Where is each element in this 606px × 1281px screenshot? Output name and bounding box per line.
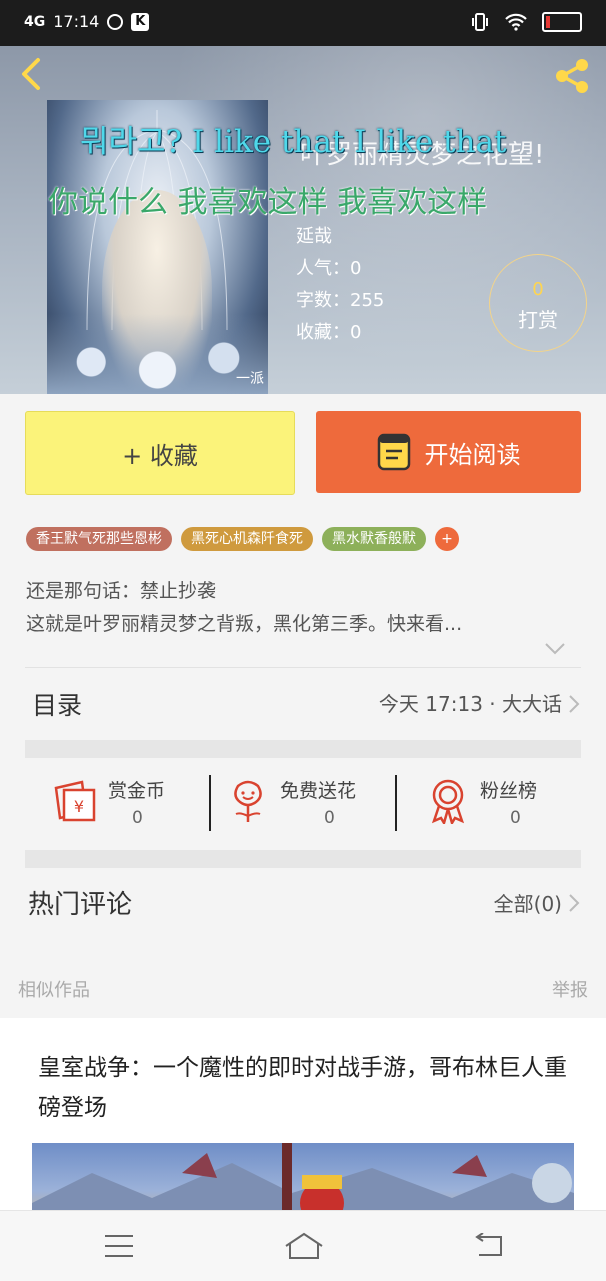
- start-reading-button[interactable]: 开始阅读: [316, 411, 581, 493]
- more-tags-button[interactable]: +: [435, 527, 459, 551]
- network-indicator: 4G: [24, 13, 46, 30]
- reward-coins-label: 赏金币: [108, 780, 166, 802]
- book-description[interactable]: 还是那句话：禁止抄袭 这就是叶罗丽精灵梦之背叛，黑化第三季。快来看...: [26, 575, 566, 641]
- battery-icon: [542, 12, 582, 32]
- sticker-text-korean: 뭐라고? I like that I like that: [80, 124, 507, 160]
- section-separator: [25, 850, 581, 868]
- tag-item[interactable]: 黑水默香般默: [322, 527, 426, 551]
- ad-image[interactable]: [32, 1143, 574, 1210]
- back-arrow-icon[interactable]: [14, 56, 50, 92]
- similar-works-label: 相似作品: [18, 980, 90, 1001]
- tip-button[interactable]: 0 打赏: [489, 254, 587, 352]
- cover-flowers: [47, 314, 268, 394]
- popularity-label: 人气：: [296, 258, 350, 279]
- word-count-row: 字数：255: [296, 286, 384, 312]
- free-flowers-value: 0: [324, 808, 335, 828]
- status-bar: 4G 17:14 K: [0, 0, 606, 46]
- ad-title[interactable]: 皇室战争：一个魔性的即时对战手游，哥布林巨人重磅登场: [38, 1048, 578, 1128]
- catalog-label[interactable]: 目录: [32, 686, 82, 722]
- book-author: 延哉: [296, 226, 332, 247]
- free-flowers-label: 免费送花: [280, 780, 357, 802]
- all-comments-link[interactable]: 全部(0): [494, 888, 562, 917]
- divider: [25, 667, 581, 668]
- coin-envelope-icon: ¥: [54, 780, 96, 822]
- reward-coins[interactable]: ¥ 赏金币 0: [52, 772, 202, 832]
- ad-illustration: [32, 1143, 574, 1210]
- medal-icon: [431, 779, 465, 824]
- catalog-latest-chapter[interactable]: 今天 17:13 · 大大话: [379, 688, 562, 717]
- wifi-icon: [505, 13, 527, 31]
- sticker-text-chinese: 你说什么 我喜欢这样 我喜欢这样: [48, 185, 488, 220]
- reward-coins-value: 0: [132, 808, 143, 828]
- status-left: 4G 17:14 K: [24, 12, 150, 31]
- share-icon[interactable]: [552, 56, 592, 96]
- svg-text:¥: ¥: [74, 797, 84, 816]
- popularity-row: 人气：0: [296, 254, 361, 280]
- app-badge: K: [131, 12, 150, 31]
- chevron-right-icon[interactable]: [568, 694, 580, 714]
- expand-chevron-icon[interactable]: [544, 642, 566, 656]
- tip-label: 打赏: [518, 308, 558, 332]
- vibrate-icon: [472, 13, 488, 31]
- collect-button[interactable]: + 收藏: [25, 411, 295, 495]
- start-reading-label: 开始阅读: [424, 440, 521, 469]
- home-icon[interactable]: [284, 1232, 324, 1260]
- free-flowers[interactable]: 免费送花 0: [230, 772, 390, 832]
- status-right: [470, 12, 582, 32]
- system-nav-bar: [0, 1210, 606, 1281]
- favorites-row: 收藏：0: [296, 318, 361, 344]
- book-icon: [377, 433, 410, 471]
- back-icon[interactable]: [473, 1233, 503, 1259]
- word-count-value: 255: [350, 290, 385, 311]
- popularity-value: 0: [350, 258, 362, 279]
- description-line: 这就是叶罗丽精灵梦之背叛，黑化第三季。快来看...: [26, 613, 463, 635]
- tag-item[interactable]: 黑死心机森阡食死: [181, 527, 313, 551]
- section-separator: [25, 740, 581, 758]
- hot-comments-label: 热门评论: [28, 890, 133, 920]
- favorites-label: 收藏：: [296, 322, 350, 343]
- book-header: 一派 叶罗丽精灵梦之花望! 뭐라고? I like that I like th…: [0, 46, 606, 394]
- tag-item[interactable]: 香王默气死那些恩彬: [26, 527, 172, 551]
- ad-card[interactable]: 皇室战争：一个魔性的即时对战手游，哥布林巨人重磅登场: [0, 1018, 606, 1210]
- status-time: 17:14: [53, 12, 100, 31]
- word-count-label: 字数：: [296, 290, 350, 311]
- fan-ranking-label: 粉丝榜: [480, 780, 538, 802]
- flower-icon: [234, 780, 262, 822]
- favorites-value: 0: [350, 322, 362, 343]
- stat-separator: [395, 775, 397, 831]
- cover-watermark: 一派: [236, 371, 264, 387]
- fan-ranking-value: 0: [510, 808, 521, 828]
- tag-list: 香王默气死那些恩彬 黑死心机森阡食死 黑水默香般默 +: [26, 527, 459, 551]
- tip-count: 0: [532, 279, 544, 300]
- pause-icon: [107, 13, 124, 30]
- stat-separator: [209, 775, 211, 831]
- report-link[interactable]: 举报: [552, 976, 588, 1002]
- chevron-right-icon[interactable]: [568, 893, 580, 913]
- menu-icon[interactable]: [104, 1234, 134, 1258]
- description-line: 还是那句话：禁止抄袭: [26, 580, 217, 602]
- fan-ranking[interactable]: 粉丝榜 0: [428, 772, 578, 832]
- battery-level: [546, 16, 550, 28]
